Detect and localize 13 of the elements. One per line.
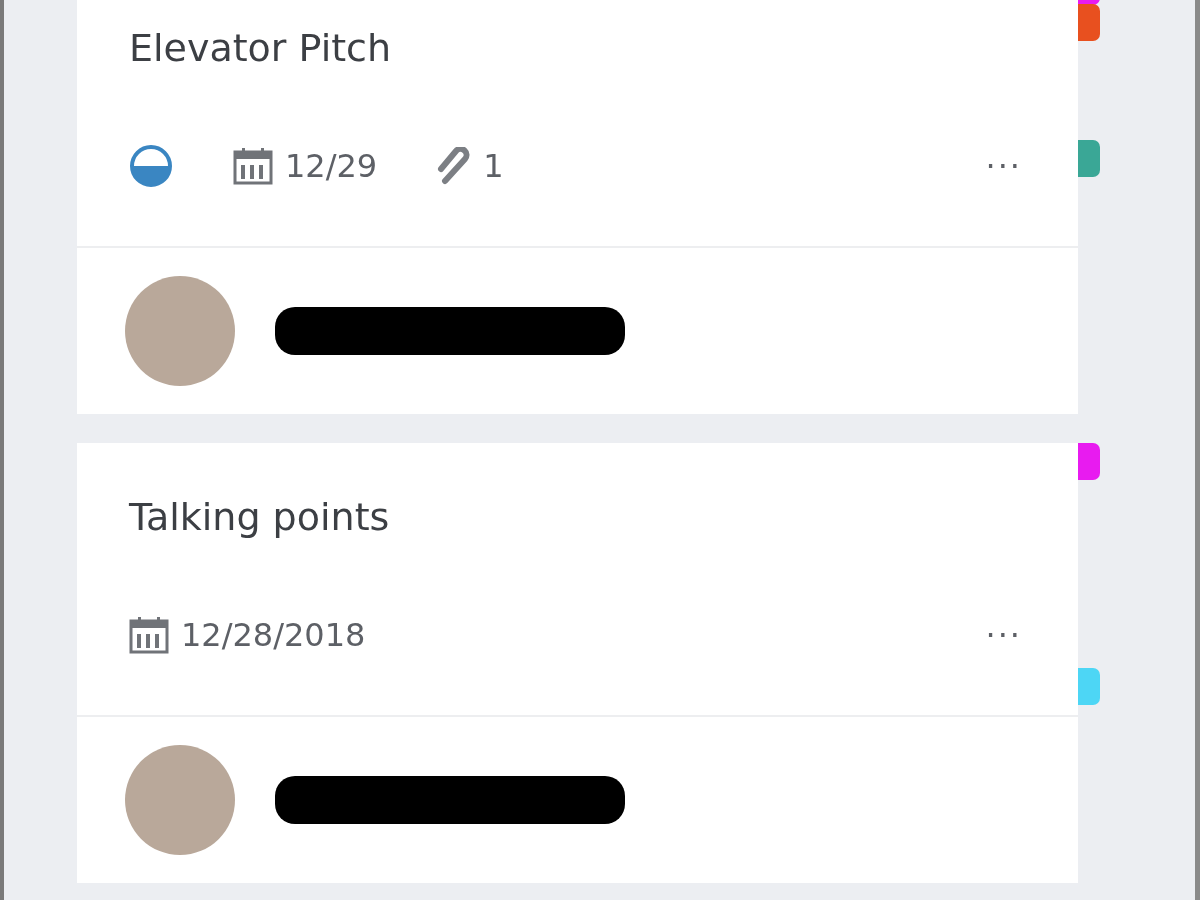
paperclip-icon: [437, 147, 472, 185]
due-date: 12/29: [285, 147, 378, 185]
more-button[interactable]: ···: [981, 616, 1026, 654]
more-button[interactable]: ···: [981, 147, 1026, 185]
calendar-icon: [233, 147, 273, 185]
task-card[interactable]: Elevator Pitch 12/29 1 ···: [77, 0, 1078, 414]
task-title: Elevator Pitch: [129, 25, 393, 72]
calendar-icon: [129, 616, 169, 654]
half-filled-circle-icon[interactable]: [129, 144, 173, 188]
task-card[interactable]: Talking points 12/28/2018 ···: [77, 443, 1078, 883]
due-date: 12/28/2018: [181, 616, 366, 654]
attachment-count: 1: [483, 147, 504, 185]
task-title: Talking points: [129, 494, 391, 541]
